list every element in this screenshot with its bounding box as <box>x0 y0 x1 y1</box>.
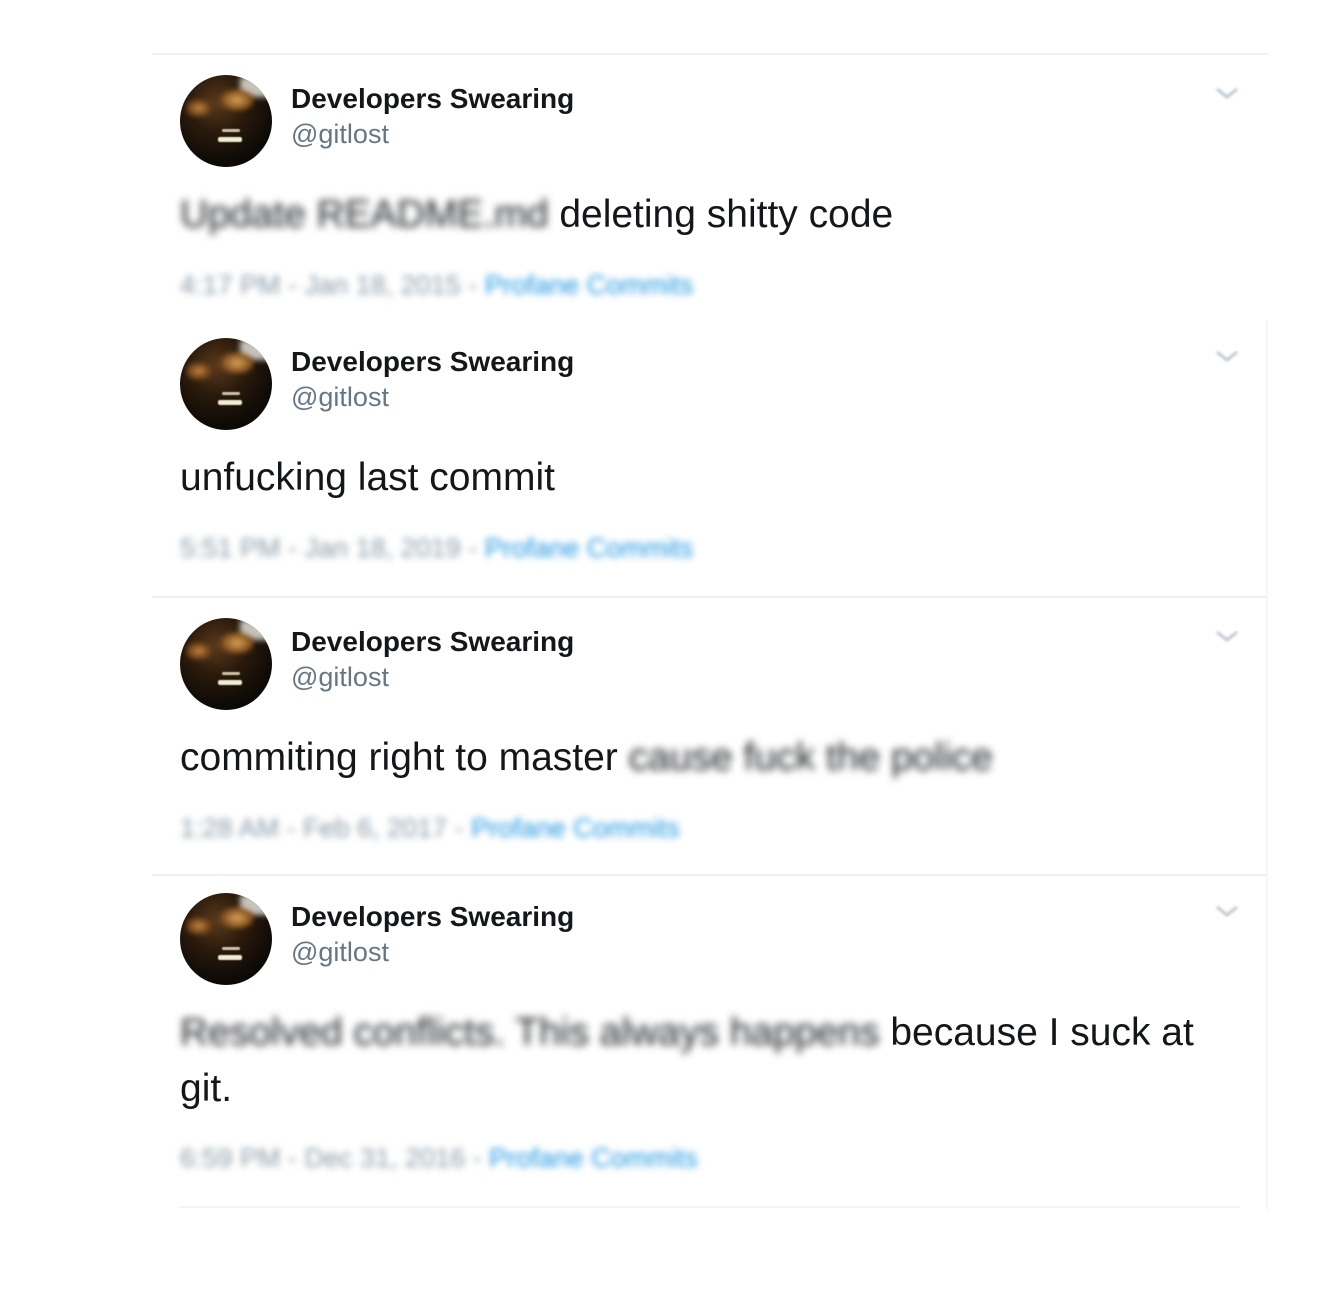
user-handle[interactable]: @gitlost <box>291 382 389 413</box>
meta-separator: - <box>465 1143 490 1173</box>
tweet-meta: 6:59 PM - Dec 31, 2016 - Profane Commits <box>180 1143 698 1174</box>
tweet-card[interactable]: Developers Swearing @gitlost commiting r… <box>180 618 1240 858</box>
tweet-text-blurred: Resolved conflicts. This always happens <box>180 1011 880 1054</box>
chevron-down-icon[interactable] <box>1214 83 1240 103</box>
tweet-source-link[interactable]: Profane Commits <box>485 533 694 563</box>
tweet-source-link[interactable]: Profane Commits <box>489 1143 698 1173</box>
display-name[interactable]: Developers Swearing <box>291 901 574 933</box>
tweet-text: Update README.md deleting shitty code <box>180 187 1240 243</box>
display-name[interactable]: Developers Swearing <box>291 83 574 115</box>
tweet-text: commiting right to master cause fuck the… <box>180 730 1240 786</box>
tweet-timestamp[interactable]: 5:51 PM - Jan 18, 2019 <box>180 533 461 563</box>
tweet-text-visible: unfucking last commit <box>180 456 555 499</box>
right-edge <box>1266 320 1268 1210</box>
meta-separator: - <box>460 533 485 563</box>
tweet-timestamp[interactable]: 1:28 AM - Feb 6, 2017 <box>180 813 447 843</box>
tweet-meta: 1:28 AM - Feb 6, 2017 - Profane Commits <box>180 813 680 844</box>
tweet-card[interactable]: Developers Swearing @gitlost Resolved co… <box>180 893 1240 1193</box>
tweet-timestamp[interactable]: 4:17 PM - Jan 18, 2015 <box>180 270 461 300</box>
avatar[interactable] <box>180 338 272 430</box>
tweet-card[interactable]: Developers Swearing @gitlost unfucking l… <box>180 338 1240 578</box>
chevron-down-icon[interactable] <box>1214 626 1240 646</box>
user-handle[interactable]: @gitlost <box>291 119 389 150</box>
tweet-timestamp[interactable]: 6:59 PM - Dec 31, 2016 <box>180 1143 465 1173</box>
tweet-text-blurred: Update README.md <box>180 193 549 236</box>
user-handle[interactable]: @gitlost <box>291 662 389 693</box>
tweet-text-blurred: cause fuck the police <box>628 736 993 779</box>
chevron-down-icon[interactable] <box>1214 901 1240 921</box>
tweet-text-visible: deleting shitty code <box>559 193 894 236</box>
display-name[interactable]: Developers Swearing <box>291 626 574 658</box>
user-handle[interactable]: @gitlost <box>291 937 389 968</box>
tweet-text: unfucking last commit <box>180 450 1240 506</box>
tweet-meta: 4:17 PM - Jan 18, 2015 - Profane Commits <box>180 270 693 301</box>
avatar[interactable] <box>180 75 272 167</box>
tweet-text: Resolved conflicts. This always happens … <box>180 1005 1240 1117</box>
tweet-card[interactable]: Developers Swearing @gitlost Update READ… <box>180 75 1240 315</box>
chevron-down-icon[interactable] <box>1214 346 1240 366</box>
avatar[interactable] <box>180 893 272 985</box>
top-divider <box>152 53 1268 55</box>
meta-separator: - <box>460 270 485 300</box>
meta-separator: - <box>447 813 472 843</box>
bottom-divider <box>180 1206 1240 1208</box>
tweet-source-link[interactable]: Profane Commits <box>485 270 694 300</box>
avatar[interactable] <box>180 618 272 710</box>
tweet-divider <box>152 874 1268 876</box>
display-name[interactable]: Developers Swearing <box>291 346 574 378</box>
tweet-meta: 5:51 PM - Jan 18, 2019 - Profane Commits <box>180 533 693 564</box>
tweet-divider <box>152 596 1268 598</box>
tweet-text-visible: commiting right to master <box>180 736 618 779</box>
tweet-source-link[interactable]: Profane Commits <box>471 813 680 843</box>
